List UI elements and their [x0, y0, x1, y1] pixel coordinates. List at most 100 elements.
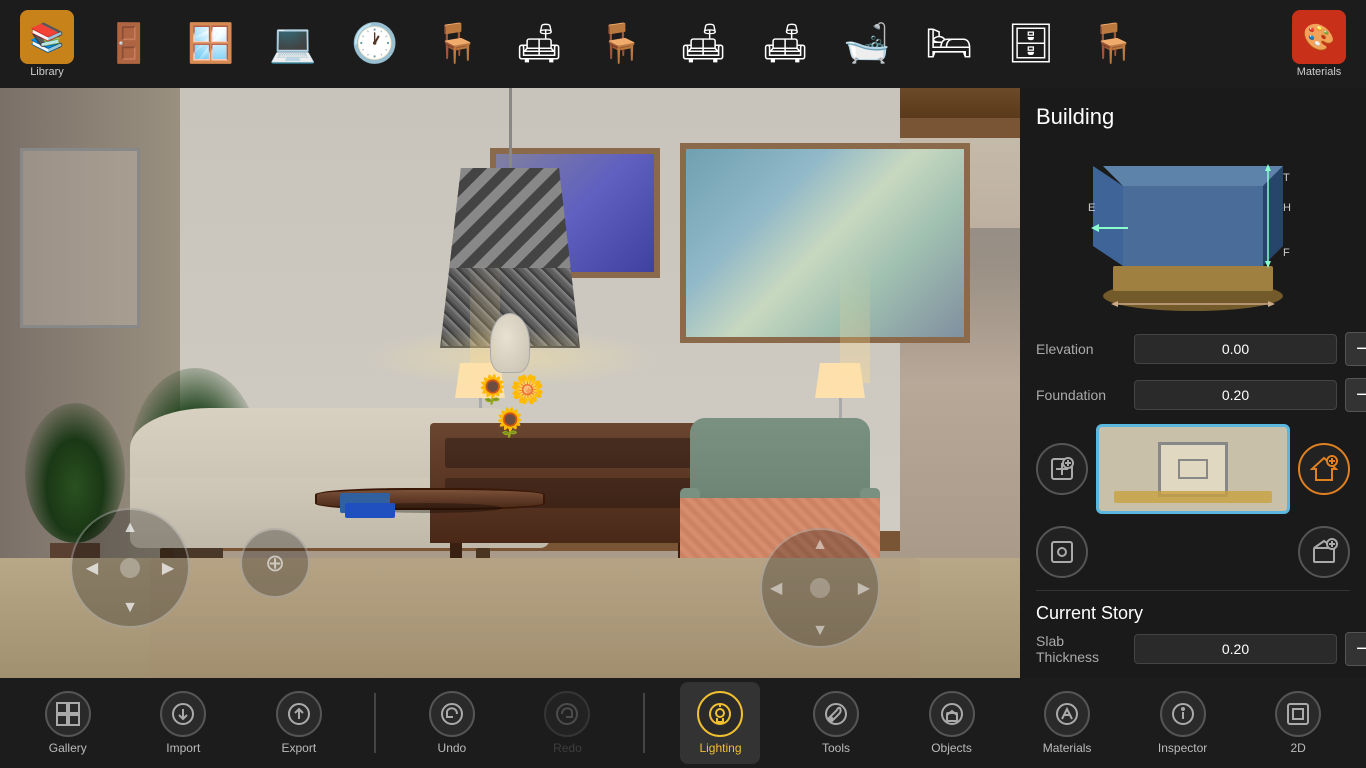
nav-up-button[interactable]: ▲	[115, 513, 145, 543]
terrain-btn[interactable]	[1298, 526, 1350, 578]
nav-arrows-control[interactable]: ▲ ▼ ◀ ▶	[70, 508, 190, 628]
inspector-label: Inspector	[1158, 741, 1207, 755]
nav-rotate-control[interactable]: ⊕	[240, 528, 310, 598]
pan-left: ◀	[770, 578, 782, 598]
gallery-label: Gallery	[49, 741, 87, 755]
current-story-title: Current Story	[1036, 603, 1350, 624]
import-icon	[160, 691, 206, 737]
clock-icon: 🕐	[348, 17, 402, 71]
materials-bottom-button[interactable]: Materials	[1027, 682, 1107, 764]
2d-button[interactable]: 2D	[1258, 682, 1338, 764]
floor-plan-thumbnail[interactable]	[1096, 424, 1290, 514]
dresser-item[interactable]: 🗄	[992, 4, 1070, 84]
nav-arrows-inner: ▲ ▼ ◀ ▶	[72, 508, 188, 628]
window-icon: 🪟	[184, 17, 238, 71]
panel-divider	[1036, 590, 1350, 591]
chair-pink-item[interactable]: 🪑	[582, 4, 660, 84]
floor-plan-room	[1178, 459, 1208, 479]
floor-marker	[1114, 491, 1272, 503]
right-panel: Building T H F E	[1020, 0, 1366, 768]
inspector-button[interactable]: Inspector	[1143, 682, 1223, 764]
tools-icon	[813, 691, 859, 737]
library-button[interactable]: 📚 Library	[8, 4, 86, 84]
materials-button[interactable]: 🎨 Materials	[1280, 4, 1358, 84]
select-obj-btn[interactable]	[1036, 526, 1088, 578]
armchair-yellow-item[interactable]: 🛋	[500, 4, 578, 84]
gallery-button[interactable]: Gallery	[28, 682, 108, 764]
slab-thickness-row: Slab Thickness − +	[1036, 632, 1350, 666]
bathtub-item[interactable]: 🛁	[828, 4, 906, 84]
artwork-main	[680, 143, 970, 343]
nav-center	[120, 558, 140, 578]
tools-button[interactable]: Tools	[796, 682, 876, 764]
inspector-icon	[1160, 691, 1206, 737]
elevation-minus-btn[interactable]: −	[1345, 332, 1366, 366]
bed-item[interactable]: 🛏	[910, 4, 988, 84]
svg-text:E: E	[1088, 202, 1095, 214]
export-icon	[276, 691, 322, 737]
elevation-label: Elevation	[1036, 341, 1126, 357]
gallery-icon	[45, 691, 91, 737]
lighting-button[interactable]: Lighting	[680, 682, 760, 764]
2d-icon	[1275, 691, 1321, 737]
lighting-icon	[697, 691, 743, 737]
materials-icon: 🎨	[1292, 10, 1346, 64]
import-button[interactable]: Import	[143, 682, 223, 764]
flowers: 🌻🌼🌻	[475, 373, 545, 423]
pan-center	[810, 578, 830, 598]
clock-item[interactable]: 🕐	[336, 4, 414, 84]
floor-lamp-shade-right	[815, 363, 865, 398]
nav-right-button[interactable]: ▶	[153, 553, 183, 583]
chair-red2-icon: 🪑	[1086, 17, 1140, 71]
sofa-pink-icon: 🛋	[676, 17, 730, 71]
sofa-pink-item[interactable]: 🛋	[664, 4, 742, 84]
svg-text:F: F	[1283, 247, 1290, 259]
pendant-lamp	[440, 88, 580, 348]
slab-input[interactable]	[1134, 634, 1337, 664]
foundation-minus-btn[interactable]: −	[1345, 378, 1366, 412]
chair-red-item[interactable]: 🪑	[418, 4, 496, 84]
pan-up: ▲	[812, 536, 828, 554]
foundation-label: Foundation	[1036, 387, 1126, 403]
door-item[interactable]: 🚪	[90, 4, 168, 84]
objects-button[interactable]: Objects	[912, 682, 992, 764]
bathtub-icon: 🛁	[840, 17, 894, 71]
add-room-btn[interactable]	[1036, 443, 1088, 495]
objects-icon	[929, 691, 975, 737]
armchair-yellow-icon: 🛋	[512, 17, 566, 71]
export-label: Export	[281, 741, 316, 755]
redo-button[interactable]: Redo	[527, 682, 607, 764]
action-row-2	[1036, 526, 1350, 578]
nav-pan-control[interactable]: ▲ ▼ ◀ ▶	[760, 528, 880, 648]
redo-icon	[544, 691, 590, 737]
slab-minus-btn[interactable]: −	[1345, 632, 1366, 666]
sideboard-drawer	[445, 438, 695, 468]
panel-content: Building T H F E	[1020, 88, 1366, 768]
pan-down: ▼	[812, 622, 828, 640]
floor-plan-inner	[1158, 442, 1228, 497]
materials-bottom-icon	[1044, 691, 1090, 737]
nav-down-button[interactable]: ▼	[115, 593, 145, 623]
library-icon: 📚	[20, 10, 74, 64]
undo-button[interactable]: Undo	[412, 682, 492, 764]
main-viewport[interactable]: 🌻🌼🌻 ▲ ▼ ◀ ▶	[0, 88, 1020, 678]
sofa-yellow-icon: 🛋	[758, 17, 812, 71]
nav-left-button[interactable]: ◀	[77, 553, 107, 583]
chair-red2-item[interactable]: 🪑	[1074, 4, 1152, 84]
vase-body	[490, 313, 530, 373]
sofa-yellow-item[interactable]: 🛋	[746, 4, 824, 84]
building-title: Building	[1036, 104, 1350, 130]
foundation-input[interactable]	[1134, 380, 1337, 410]
door-icon: 🚪	[102, 17, 156, 71]
elevation-input[interactable]	[1134, 334, 1337, 364]
export-button[interactable]: Export	[259, 682, 339, 764]
book-blue2	[345, 503, 395, 518]
library-label: Library	[30, 66, 64, 78]
bottom-toolbar: Gallery Import Export	[0, 678, 1366, 768]
top-toolbar: 📚 Library 🚪 🪟 💻 🕐 🪑 🛋 🪑 🛋 🛋 🛁 🛏 🗄 🪑 🎨	[0, 0, 1366, 88]
house-diagram: T H F E	[1083, 146, 1303, 316]
dresser-icon: 🗄	[1004, 17, 1058, 71]
window-furniture-item[interactable]: 🪟	[172, 4, 250, 84]
roof-btn[interactable]	[1298, 443, 1350, 495]
laptop-item[interactable]: 💻	[254, 4, 332, 84]
